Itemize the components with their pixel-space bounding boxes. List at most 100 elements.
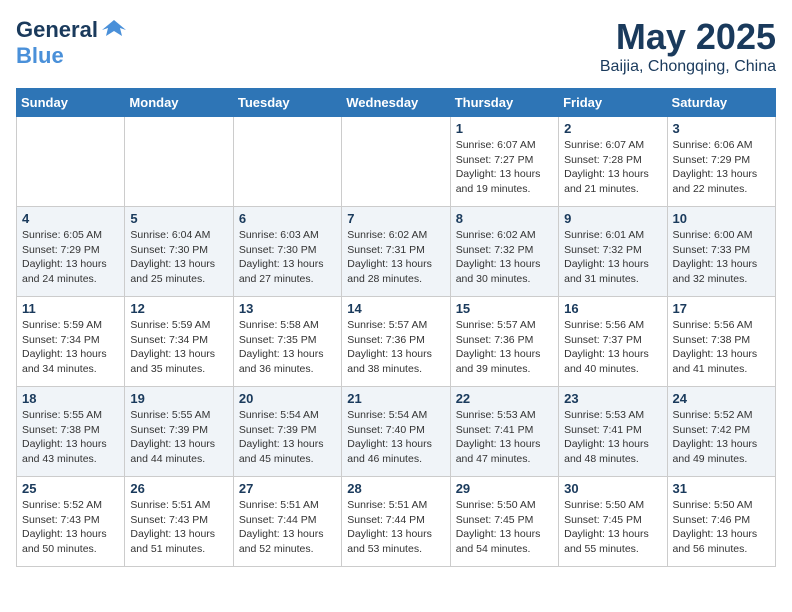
day-number: 5	[130, 211, 227, 226]
calendar-day-cell: 30Sunrise: 5:50 AM Sunset: 7:45 PM Dayli…	[559, 477, 667, 567]
day-info: Sunrise: 5:50 AM Sunset: 7:45 PM Dayligh…	[564, 498, 661, 557]
day-number: 9	[564, 211, 661, 226]
day-info: Sunrise: 6:00 AM Sunset: 7:33 PM Dayligh…	[673, 228, 770, 287]
day-number: 18	[22, 391, 119, 406]
day-number: 29	[456, 481, 553, 496]
calendar-table: SundayMondayTuesdayWednesdayThursdayFrid…	[16, 88, 776, 567]
logo-text-blue: Blue	[16, 44, 128, 68]
calendar-day-cell: 26 Sunrise: 5:51 AM Sunset: 7:43 PM Dayli…	[125, 477, 233, 567]
calendar-day-cell: 19Sunrise: 5:55 AM Sunset: 7:39 PM Dayli…	[125, 387, 233, 477]
day-info: Sunrise: 5:53 AM Sunset: 7:41 PM Dayligh…	[564, 408, 661, 467]
day-number: 26	[130, 481, 227, 496]
day-number: 11	[22, 301, 119, 316]
day-number: 20	[239, 391, 336, 406]
calendar-day-cell: 11 Sunrise: 5:59 AM Sunset: 7:34 PM Dayli…	[17, 297, 125, 387]
calendar-week-row: 11 Sunrise: 5:59 AM Sunset: 7:34 PM Dayli…	[17, 297, 776, 387]
calendar-day-cell: 3 Sunrise: 6:06 AM Sunset: 7:29 PM Daylig…	[667, 117, 775, 207]
day-info: Sunrise: 6:07 AM Sunset: 7:28 PM Dayligh…	[564, 138, 661, 197]
calendar-week-row: 25 Sunrise: 5:52 AM Sunset: 7:43 PM Dayli…	[17, 477, 776, 567]
calendar-day-cell: 13Sunrise: 5:58 AM Sunset: 7:35 PM Dayli…	[233, 297, 341, 387]
calendar-day-cell: 31 Sunrise: 5:50 AM Sunset: 7:46 PM Dayli…	[667, 477, 775, 567]
logo: General Blue	[16, 16, 128, 68]
calendar-day-cell: 22Sunrise: 5:53 AM Sunset: 7:41 PM Dayli…	[450, 387, 558, 477]
day-info: Sunrise: 5:55 AM Sunset: 7:38 PM Dayligh…	[22, 408, 119, 467]
title-block: May 2025 Baijia, Chongqing, China	[600, 16, 776, 76]
day-info: Sunrise: 6:03 AM Sunset: 7:30 PM Dayligh…	[239, 228, 336, 287]
day-info: Sunrise: 5:56 AM Sunset: 7:37 PM Dayligh…	[564, 318, 661, 377]
day-info: Sunrise: 5:54 AM Sunset: 7:39 PM Dayligh…	[239, 408, 336, 467]
calendar-day-cell: 4Sunrise: 6:05 AM Sunset: 7:29 PM Daylig…	[17, 207, 125, 297]
calendar-day-cell: 18 Sunrise: 5:55 AM Sunset: 7:38 PM Dayli…	[17, 387, 125, 477]
day-info: Sunrise: 5:56 AM Sunset: 7:38 PM Dayligh…	[673, 318, 770, 377]
day-info: Sunrise: 5:55 AM Sunset: 7:39 PM Dayligh…	[130, 408, 227, 467]
calendar-day-cell: 21 Sunrise: 5:54 AM Sunset: 7:40 PM Dayli…	[342, 387, 450, 477]
calendar-header: SundayMondayTuesdayWednesdayThursdayFrid…	[17, 89, 776, 117]
weekday-header: Monday	[125, 89, 233, 117]
day-number: 4	[22, 211, 119, 226]
day-number: 12	[130, 301, 227, 316]
logo-text: General	[16, 18, 98, 42]
day-number: 27	[239, 481, 336, 496]
day-info: Sunrise: 5:59 AM Sunset: 7:34 PM Dayligh…	[130, 318, 227, 377]
calendar-day-cell: 9 Sunrise: 6:01 AM Sunset: 7:32 PM Daylig…	[559, 207, 667, 297]
day-info: Sunrise: 5:50 AM Sunset: 7:45 PM Dayligh…	[456, 498, 553, 557]
day-info: Sunrise: 6:02 AM Sunset: 7:31 PM Dayligh…	[347, 228, 444, 287]
day-info: Sunrise: 5:53 AM Sunset: 7:41 PM Dayligh…	[456, 408, 553, 467]
calendar-day-cell	[342, 117, 450, 207]
day-number: 8	[456, 211, 553, 226]
weekday-header: Sunday	[17, 89, 125, 117]
day-number: 15	[456, 301, 553, 316]
day-number: 16	[564, 301, 661, 316]
calendar-day-cell: 8Sunrise: 6:02 AM Sunset: 7:32 PM Daylig…	[450, 207, 558, 297]
calendar-day-cell: 20 Sunrise: 5:54 AM Sunset: 7:39 PM Dayli…	[233, 387, 341, 477]
day-number: 25	[22, 481, 119, 496]
day-info: Sunrise: 5:50 AM Sunset: 7:46 PM Dayligh…	[673, 498, 770, 557]
day-info: Sunrise: 6:01 AM Sunset: 7:32 PM Dayligh…	[564, 228, 661, 287]
calendar-day-cell: 25 Sunrise: 5:52 AM Sunset: 7:43 PM Dayli…	[17, 477, 125, 567]
calendar-day-cell: 23 Sunrise: 5:53 AM Sunset: 7:41 PM Dayli…	[559, 387, 667, 477]
day-info: Sunrise: 5:51 AM Sunset: 7:44 PM Dayligh…	[239, 498, 336, 557]
calendar-day-cell: 12 Sunrise: 5:59 AM Sunset: 7:34 PM Dayli…	[125, 297, 233, 387]
calendar-day-cell	[233, 117, 341, 207]
weekday-header: Tuesday	[233, 89, 341, 117]
calendar-day-cell: 6 Sunrise: 6:03 AM Sunset: 7:30 PM Daylig…	[233, 207, 341, 297]
day-info: Sunrise: 5:57 AM Sunset: 7:36 PM Dayligh…	[456, 318, 553, 377]
calendar-body: 1Sunrise: 6:07 AM Sunset: 7:27 PM Daylig…	[17, 117, 776, 567]
day-info: Sunrise: 5:52 AM Sunset: 7:42 PM Dayligh…	[673, 408, 770, 467]
month-title: May 2025	[600, 16, 776, 58]
weekday-header: Wednesday	[342, 89, 450, 117]
calendar-day-cell: 27 Sunrise: 5:51 AM Sunset: 7:44 PM Dayli…	[233, 477, 341, 567]
day-number: 31	[673, 481, 770, 496]
day-number: 10	[673, 211, 770, 226]
day-info: Sunrise: 5:52 AM Sunset: 7:43 PM Dayligh…	[22, 498, 119, 557]
day-info: Sunrise: 5:54 AM Sunset: 7:40 PM Dayligh…	[347, 408, 444, 467]
day-number: 28	[347, 481, 444, 496]
day-info: Sunrise: 6:04 AM Sunset: 7:30 PM Dayligh…	[130, 228, 227, 287]
calendar-day-cell: 16 Sunrise: 5:56 AM Sunset: 7:37 PM Dayli…	[559, 297, 667, 387]
calendar-day-cell: 14Sunrise: 5:57 AM Sunset: 7:36 PM Dayli…	[342, 297, 450, 387]
day-number: 21	[347, 391, 444, 406]
calendar-day-cell	[125, 117, 233, 207]
calendar-week-row: 1Sunrise: 6:07 AM Sunset: 7:27 PM Daylig…	[17, 117, 776, 207]
day-number: 2	[564, 121, 661, 136]
day-info: Sunrise: 6:06 AM Sunset: 7:29 PM Dayligh…	[673, 138, 770, 197]
calendar-day-cell: 5 Sunrise: 6:04 AM Sunset: 7:30 PM Daylig…	[125, 207, 233, 297]
page-header: General Blue May 2025 Baijia, Chongqing,…	[16, 16, 776, 76]
calendar-day-cell: 7 Sunrise: 6:02 AM Sunset: 7:31 PM Daylig…	[342, 207, 450, 297]
day-number: 3	[673, 121, 770, 136]
day-number: 17	[673, 301, 770, 316]
calendar-week-row: 18 Sunrise: 5:55 AM Sunset: 7:38 PM Dayli…	[17, 387, 776, 477]
day-number: 7	[347, 211, 444, 226]
day-info: Sunrise: 5:51 AM Sunset: 7:43 PM Dayligh…	[130, 498, 227, 557]
day-number: 13	[239, 301, 336, 316]
day-info: Sunrise: 5:51 AM Sunset: 7:44 PM Dayligh…	[347, 498, 444, 557]
day-info: Sunrise: 5:57 AM Sunset: 7:36 PM Dayligh…	[347, 318, 444, 377]
day-info: Sunrise: 6:07 AM Sunset: 7:27 PM Dayligh…	[456, 138, 553, 197]
logo-bird-icon	[100, 16, 128, 44]
day-info: Sunrise: 5:59 AM Sunset: 7:34 PM Dayligh…	[22, 318, 119, 377]
calendar-day-cell: 1Sunrise: 6:07 AM Sunset: 7:27 PM Daylig…	[450, 117, 558, 207]
calendar-day-cell: 2 Sunrise: 6:07 AM Sunset: 7:28 PM Daylig…	[559, 117, 667, 207]
calendar-day-cell: 24Sunrise: 5:52 AM Sunset: 7:42 PM Dayli…	[667, 387, 775, 477]
day-number: 6	[239, 211, 336, 226]
day-number: 23	[564, 391, 661, 406]
